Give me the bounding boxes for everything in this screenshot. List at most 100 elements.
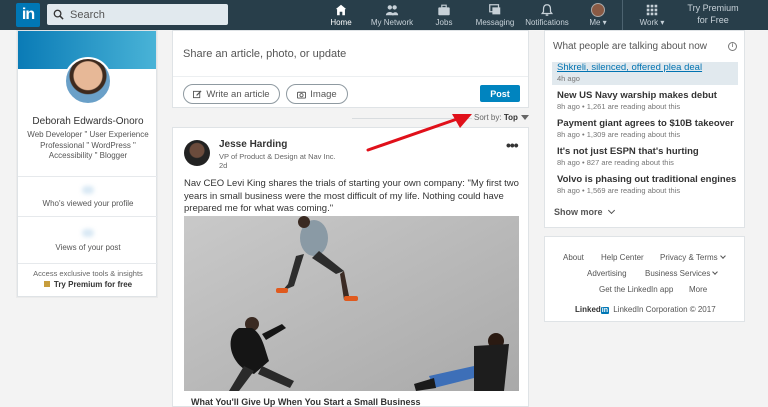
trending-item[interactable]: New US Navy warship makes debut 8h ago •… bbox=[552, 90, 738, 112]
trending-item-title[interactable]: New US Navy warship makes debut bbox=[557, 90, 738, 102]
footer-brand-word: Linked bbox=[575, 305, 601, 314]
trending-item[interactable]: It's not just ESPN that's hurting 8h ago… bbox=[552, 146, 738, 168]
pencil-icon bbox=[193, 89, 202, 98]
share-prompt[interactable]: Share an article, photo, or update bbox=[183, 48, 346, 60]
divider bbox=[18, 263, 158, 264]
write-article-button[interactable]: Write an article bbox=[183, 84, 280, 104]
grid-icon bbox=[646, 4, 658, 16]
trending-panel: What people are talking about now i Shkr… bbox=[544, 30, 745, 228]
search-box[interactable] bbox=[47, 4, 228, 25]
trending-item[interactable]: Volvo is phasing out traditional engines… bbox=[552, 174, 738, 196]
footer-privacy-link[interactable]: Privacy & Terms bbox=[660, 253, 726, 262]
home-icon bbox=[335, 4, 347, 16]
footer-more-link[interactable]: More bbox=[689, 285, 707, 294]
nav-messaging-label: Messaging bbox=[475, 18, 515, 27]
divider bbox=[18, 216, 158, 217]
premium-tools-text: Access exclusive tools & insights bbox=[33, 269, 143, 278]
nav-jobs[interactable]: Jobs bbox=[433, 0, 455, 30]
profile-card: Deborah Edwards-Onoro Web Developer " Us… bbox=[17, 30, 158, 297]
post-article-image[interactable] bbox=[184, 216, 519, 391]
trending-item[interactable]: Payment giant agrees to $10B takeover 8h… bbox=[552, 118, 738, 140]
runners-photo bbox=[184, 216, 519, 391]
try-premium-free-label: Try Premium for free bbox=[53, 280, 133, 289]
post-text: Nav CEO Levi King shares the trials of s… bbox=[184, 178, 519, 214]
nav-home[interactable]: Home bbox=[327, 0, 355, 30]
try-premium-link[interactable]: Try Premium for Free bbox=[676, 2, 750, 26]
try-premium-free-link[interactable]: Try Premium for free bbox=[18, 280, 158, 289]
footer-advertising-link[interactable]: Advertising bbox=[587, 269, 627, 278]
avatar bbox=[591, 3, 605, 17]
post-button[interactable]: Post bbox=[480, 85, 520, 102]
footer-business-link[interactable]: Business Services bbox=[645, 269, 719, 278]
trending-item-title[interactable]: Shkreli, silenced, offered plea deal bbox=[557, 62, 738, 74]
info-icon[interactable]: i bbox=[728, 42, 737, 51]
post-views-link[interactable]: Views of your post bbox=[18, 243, 158, 252]
trending-item[interactable]: Shkreli, silenced, offered plea deal 4h … bbox=[552, 62, 738, 85]
trending-item-meta: 8h ago • 1,309 are reading about this bbox=[557, 130, 681, 139]
footer-copyright: Linkedin LinkedIn Corporation © 2017 bbox=[575, 305, 716, 314]
post-age: 2d bbox=[219, 161, 228, 170]
article-title[interactable]: What You'll Give Up When You Start a Sma… bbox=[191, 397, 421, 407]
trending-item-meta: 4h ago bbox=[557, 74, 580, 83]
nav-my-network[interactable]: My Network bbox=[368, 0, 416, 30]
nav-network-label: My Network bbox=[370, 18, 414, 27]
bell-icon bbox=[540, 4, 554, 16]
footer-app-link[interactable]: Get the LinkedIn app bbox=[599, 285, 673, 294]
premium-icon bbox=[43, 281, 50, 287]
share-box: Share an article, photo, or update Write… bbox=[172, 30, 529, 108]
profile-views-count bbox=[82, 186, 94, 194]
red-arrow-annotation bbox=[366, 114, 472, 152]
messaging-icon bbox=[489, 4, 501, 15]
nav-divider bbox=[622, 0, 623, 30]
premium-line-1: Try Premium bbox=[687, 3, 739, 13]
author-name[interactable]: Jesse Harding bbox=[219, 139, 287, 150]
profile-views-link[interactable]: Who's viewed your profile bbox=[18, 199, 158, 208]
write-article-label: Write an article bbox=[206, 88, 270, 100]
nav-work[interactable]: Work ▾ bbox=[638, 0, 666, 30]
top-nav-bar: in Home My Network Jobs Messaging Notifi… bbox=[0, 0, 768, 30]
post-options-menu[interactable]: ••• bbox=[506, 137, 519, 153]
nav-notifications-label: Notifications bbox=[525, 18, 569, 27]
search-input[interactable] bbox=[70, 8, 220, 21]
premium-line-2: for Free bbox=[697, 15, 729, 25]
footer-help-link[interactable]: Help Center bbox=[601, 253, 644, 262]
briefcase-icon bbox=[438, 4, 450, 16]
trending-item-title[interactable]: It's not just ESPN that's hurting bbox=[557, 146, 738, 158]
footer-links: About Help Center Privacy & Terms Advert… bbox=[544, 236, 745, 322]
search-icon bbox=[53, 9, 64, 20]
sort-value: Top bbox=[503, 113, 518, 122]
trending-item-meta: 8h ago • 1,569 are reading about this bbox=[557, 186, 681, 195]
chevron-down-icon bbox=[607, 206, 615, 215]
footer-about-link[interactable]: About bbox=[563, 253, 584, 262]
network-icon bbox=[385, 5, 399, 16]
nav-work-label: Work ▾ bbox=[639, 18, 665, 27]
author-title: VP of Product & Design at Nav Inc. bbox=[219, 152, 336, 161]
image-button[interactable]: Image bbox=[286, 84, 348, 104]
camera-icon bbox=[297, 91, 307, 99]
nav-home-label: Home bbox=[330, 18, 352, 27]
copyright-text: LinkedIn Corporation © 2017 bbox=[613, 305, 716, 314]
divider bbox=[18, 176, 158, 177]
nav-me-label: Me ▾ bbox=[589, 18, 607, 27]
trending-item-meta: 8h ago • 1,261 are reading about this bbox=[557, 102, 681, 111]
trending-item-title[interactable]: Payment giant agrees to $10B takeover bbox=[557, 118, 738, 130]
nav-me[interactable]: Me ▾ bbox=[587, 0, 609, 30]
author-avatar[interactable] bbox=[184, 140, 210, 166]
feed-post: Jesse Harding VP of Product & Design at … bbox=[172, 127, 529, 407]
trending-item-title[interactable]: Volvo is phasing out traditional engines bbox=[557, 174, 738, 186]
caret-down-icon bbox=[520, 115, 529, 121]
show-more-label: Show more bbox=[554, 207, 603, 217]
nav-messaging[interactable]: Messaging bbox=[474, 0, 516, 30]
post-views-count bbox=[82, 229, 94, 237]
sort-dropdown[interactable]: Sort by: Top bbox=[474, 113, 529, 122]
profile-name[interactable]: Deborah Edwards-Onoro bbox=[18, 116, 158, 127]
trending-item-meta: 8h ago • 827 are reading about this bbox=[557, 158, 674, 167]
profile-headline: Web Developer " User Experience Professi… bbox=[27, 130, 149, 160]
chevron-down-icon bbox=[719, 253, 726, 259]
image-label: Image bbox=[310, 88, 337, 100]
profile-photo[interactable] bbox=[64, 57, 112, 105]
linkedin-logo[interactable]: in bbox=[16, 3, 40, 27]
footer-privacy-label: Privacy & Terms bbox=[660, 253, 718, 262]
show-more-button[interactable]: Show more bbox=[554, 206, 615, 217]
nav-notifications[interactable]: Notifications bbox=[523, 0, 571, 30]
